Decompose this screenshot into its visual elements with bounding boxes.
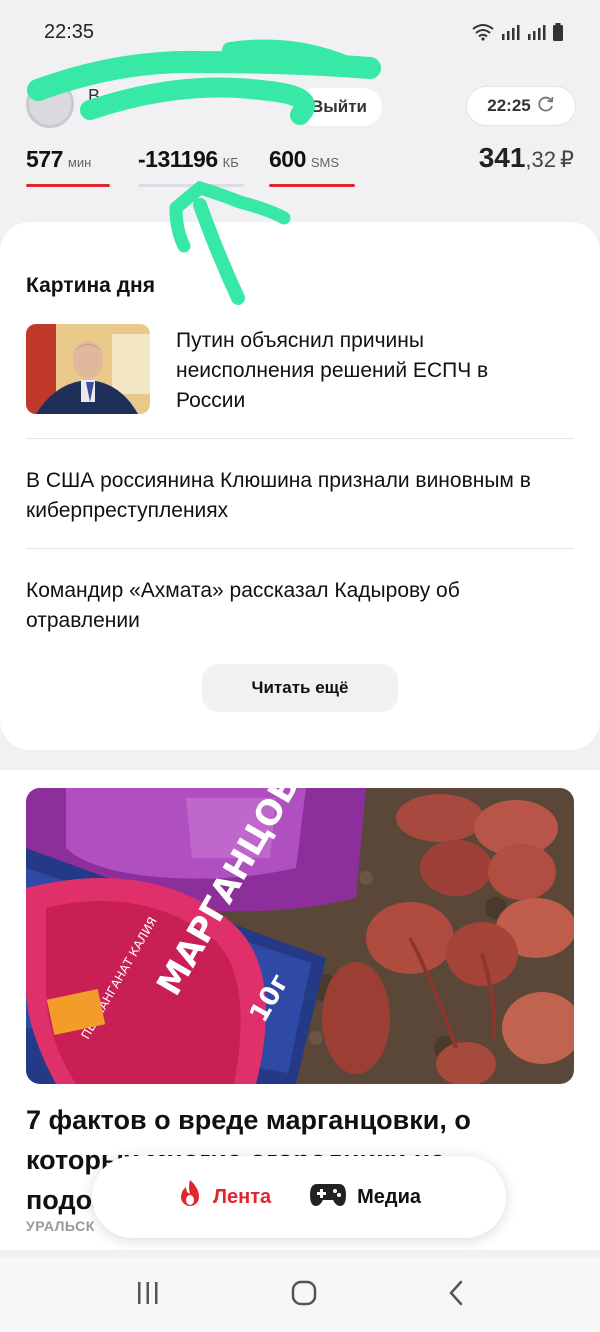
recents-icon[interactable] bbox=[134, 1280, 162, 1311]
logout-button[interactable]: Выйти bbox=[296, 88, 382, 126]
news-card: Картина дня Путин объяснил причины неисп… bbox=[0, 222, 600, 750]
data-underline bbox=[138, 184, 244, 187]
balance-fraction: ,32 bbox=[525, 147, 556, 172]
data-value: -131196 bbox=[138, 146, 218, 172]
news-divider bbox=[26, 438, 574, 439]
tab-feed[interactable]: Лента bbox=[177, 1179, 271, 1215]
back-icon[interactable] bbox=[446, 1279, 466, 1312]
home-icon[interactable] bbox=[290, 1279, 318, 1312]
balance[interactable]: 341 ,32 ₽ bbox=[479, 142, 574, 174]
refresh-icon bbox=[537, 95, 555, 118]
account-header: В Выйти 22:25 577 мин -131196 КБ 600 SMS… bbox=[0, 70, 600, 200]
tab-media[interactable]: Медиа bbox=[309, 1181, 421, 1213]
sms-underline bbox=[269, 184, 355, 187]
minutes-unit: мин bbox=[67, 155, 92, 170]
news-item-3[interactable]: Командир «Ахмата» рассказал Кадырову об … bbox=[26, 576, 574, 636]
data-counter[interactable]: -131196 КБ bbox=[138, 146, 239, 173]
refresh-time: 22:25 bbox=[487, 96, 531, 115]
wifi-icon bbox=[472, 23, 494, 41]
article-image[interactable]: МАРГАНЦОВКА 10г ПЕРМАНГАНАТ КАЛИЯ bbox=[26, 788, 574, 1084]
news-item-2[interactable]: В США россиянина Клюшина признали виновн… bbox=[26, 466, 574, 526]
signal-icon bbox=[500, 24, 520, 40]
article-source: УРАЛЬСК bbox=[26, 1218, 95, 1234]
sms-value: 600 bbox=[269, 146, 306, 172]
minutes-underline bbox=[26, 184, 110, 187]
tab-media-label: Медиа bbox=[357, 1185, 422, 1208]
avatar[interactable] bbox=[26, 80, 74, 128]
minutes-value: 577 bbox=[26, 146, 63, 172]
minutes-counter[interactable]: 577 мин bbox=[26, 146, 91, 173]
status-time: 22:35 bbox=[44, 20, 95, 43]
news-divider-2 bbox=[26, 548, 574, 549]
flame-icon bbox=[177, 1179, 203, 1215]
user-name: В bbox=[88, 86, 101, 106]
news-thumbnail[interactable] bbox=[26, 324, 150, 414]
balance-currency: ₽ bbox=[560, 147, 574, 172]
system-navigation bbox=[0, 1258, 600, 1332]
status-bar: 22:35 bbox=[0, 0, 600, 64]
tab-bar: Лента Медиа bbox=[92, 1156, 506, 1238]
refresh-button[interactable]: 22:25 bbox=[466, 86, 576, 126]
sms-counter[interactable]: 600 SMS bbox=[269, 146, 339, 173]
news-item-1[interactable]: Путин объяснил причины неисполнения реше… bbox=[176, 326, 546, 416]
section-title: Картина дня bbox=[26, 274, 155, 297]
balance-whole: 341 bbox=[478, 142, 526, 173]
signal-icon-2 bbox=[526, 24, 546, 40]
battery-icon bbox=[552, 23, 564, 41]
read-more-button[interactable]: Читать ещё bbox=[202, 664, 398, 712]
sms-unit: SMS bbox=[310, 155, 340, 170]
gamepad-icon bbox=[309, 1181, 347, 1213]
data-unit: КБ bbox=[222, 155, 239, 170]
status-icons bbox=[472, 23, 564, 41]
tab-feed-label: Лента bbox=[212, 1185, 272, 1208]
